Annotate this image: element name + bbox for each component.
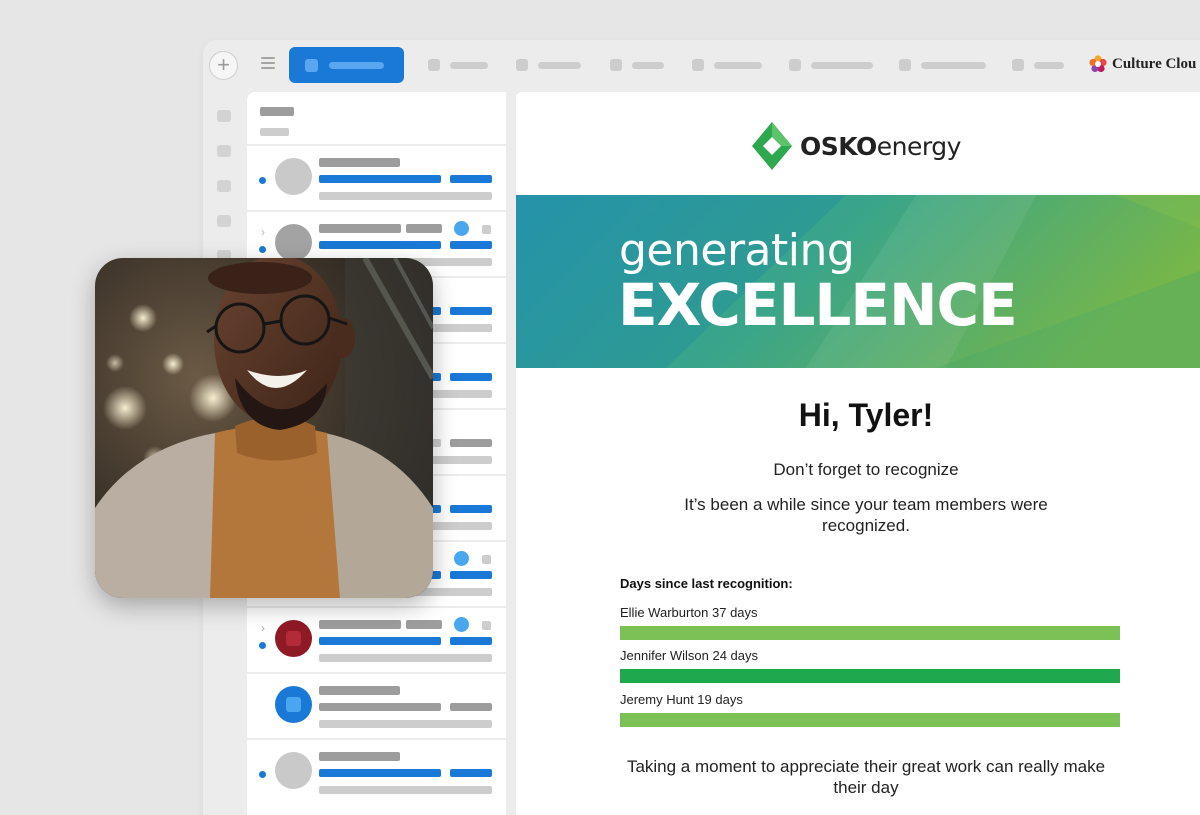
avatar: [275, 224, 312, 261]
unread-dot: [259, 642, 266, 649]
smiling-man-photo: [95, 258, 433, 598]
member-label: Jennifer Wilson 24 days: [620, 648, 759, 663]
logo-wordmark: OSKOenergy: [800, 131, 961, 161]
list-item[interactable]: [247, 738, 506, 802]
list-item[interactable]: ›: [247, 606, 506, 670]
hero-line-1: generating: [619, 225, 855, 276]
new-item-button[interactable]: +: [209, 51, 238, 80]
list-item[interactable]: [247, 672, 506, 736]
member-bar: [620, 626, 1120, 640]
member-label: Ellie Warburton 37 days: [620, 605, 758, 620]
avatar: [275, 686, 312, 723]
avatar: [275, 752, 312, 789]
member-row: Jeremy Hunt 19 days: [620, 692, 1120, 727]
unread-dot: [259, 771, 266, 778]
member-row: Jennifer Wilson 24 days: [620, 648, 1120, 683]
brand-name: Culture Clou: [1112, 55, 1197, 72]
avatar: [275, 158, 312, 195]
avatar: [275, 620, 312, 657]
hamburger-menu-icon[interactable]: [261, 57, 275, 71]
reminder-message: It’s been a while since your team member…: [684, 495, 1048, 535]
list-header: [247, 92, 506, 137]
company-logo: OSKOenergy: [752, 122, 961, 170]
unread-dot: [259, 177, 266, 184]
culture-cloud-logo-icon: [1089, 55, 1107, 73]
member-bar: [620, 669, 1120, 683]
days-title: Days since last recognition:: [620, 576, 793, 591]
list-item[interactable]: [247, 144, 506, 208]
top-toolbar: + Culture Clou: [203, 40, 1200, 92]
member-bar: [620, 713, 1120, 727]
greeting-heading: Hi, Tyler!: [798, 397, 934, 433]
member-row: Ellie Warburton 37 days: [620, 605, 1120, 640]
chevron-right-icon[interactable]: ›: [261, 226, 265, 238]
status-badge: [454, 221, 469, 236]
tab-active[interactable]: [289, 47, 404, 83]
reminder-subtitle: Don’t forget to recognize: [773, 460, 959, 479]
hero-banner: generating EXCELLENCE: [516, 195, 1200, 368]
diamond-logo-icon: [752, 122, 792, 170]
brand: Culture Clou: [1089, 55, 1196, 73]
status-badge: [454, 617, 469, 632]
status-badge: [454, 551, 469, 566]
chevron-right-icon[interactable]: ›: [261, 622, 265, 634]
member-label: Jeremy Hunt 19 days: [620, 692, 743, 707]
email-preview: OSKOenergy generating EXCELLENCE Hi, Tyl…: [516, 92, 1200, 815]
closing-message: Taking a moment to appreciate their grea…: [626, 757, 1106, 797]
profile-photo: [95, 258, 433, 598]
unread-dot: [259, 246, 266, 253]
hero-line-2: EXCELLENCE: [618, 271, 1018, 339]
